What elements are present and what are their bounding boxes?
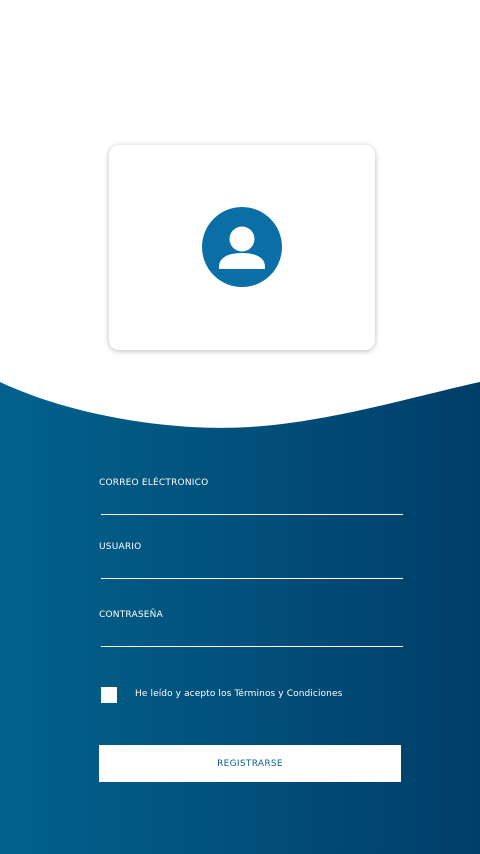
- username-label: USUARIO: [99, 542, 142, 552]
- register-screen: CORREO ELÉCTRONICO USUARIO CONTRASEÑA He…: [0, 0, 480, 854]
- username-field[interactable]: [101, 555, 403, 579]
- register-form: CORREO ELÉCTRONICO USUARIO CONTRASEÑA He…: [0, 0, 480, 854]
- terms-checkbox[interactable]: [101, 687, 117, 703]
- password-label: CONTRASEÑA: [99, 610, 163, 620]
- email-label: CORREO ELÉCTRONICO: [99, 478, 209, 488]
- terms-label[interactable]: He leído y acepto los Términos y Condici…: [135, 689, 342, 699]
- register-button[interactable]: REGISTRARSE: [99, 745, 401, 782]
- email-field[interactable]: [101, 491, 403, 515]
- password-field[interactable]: [101, 623, 403, 647]
